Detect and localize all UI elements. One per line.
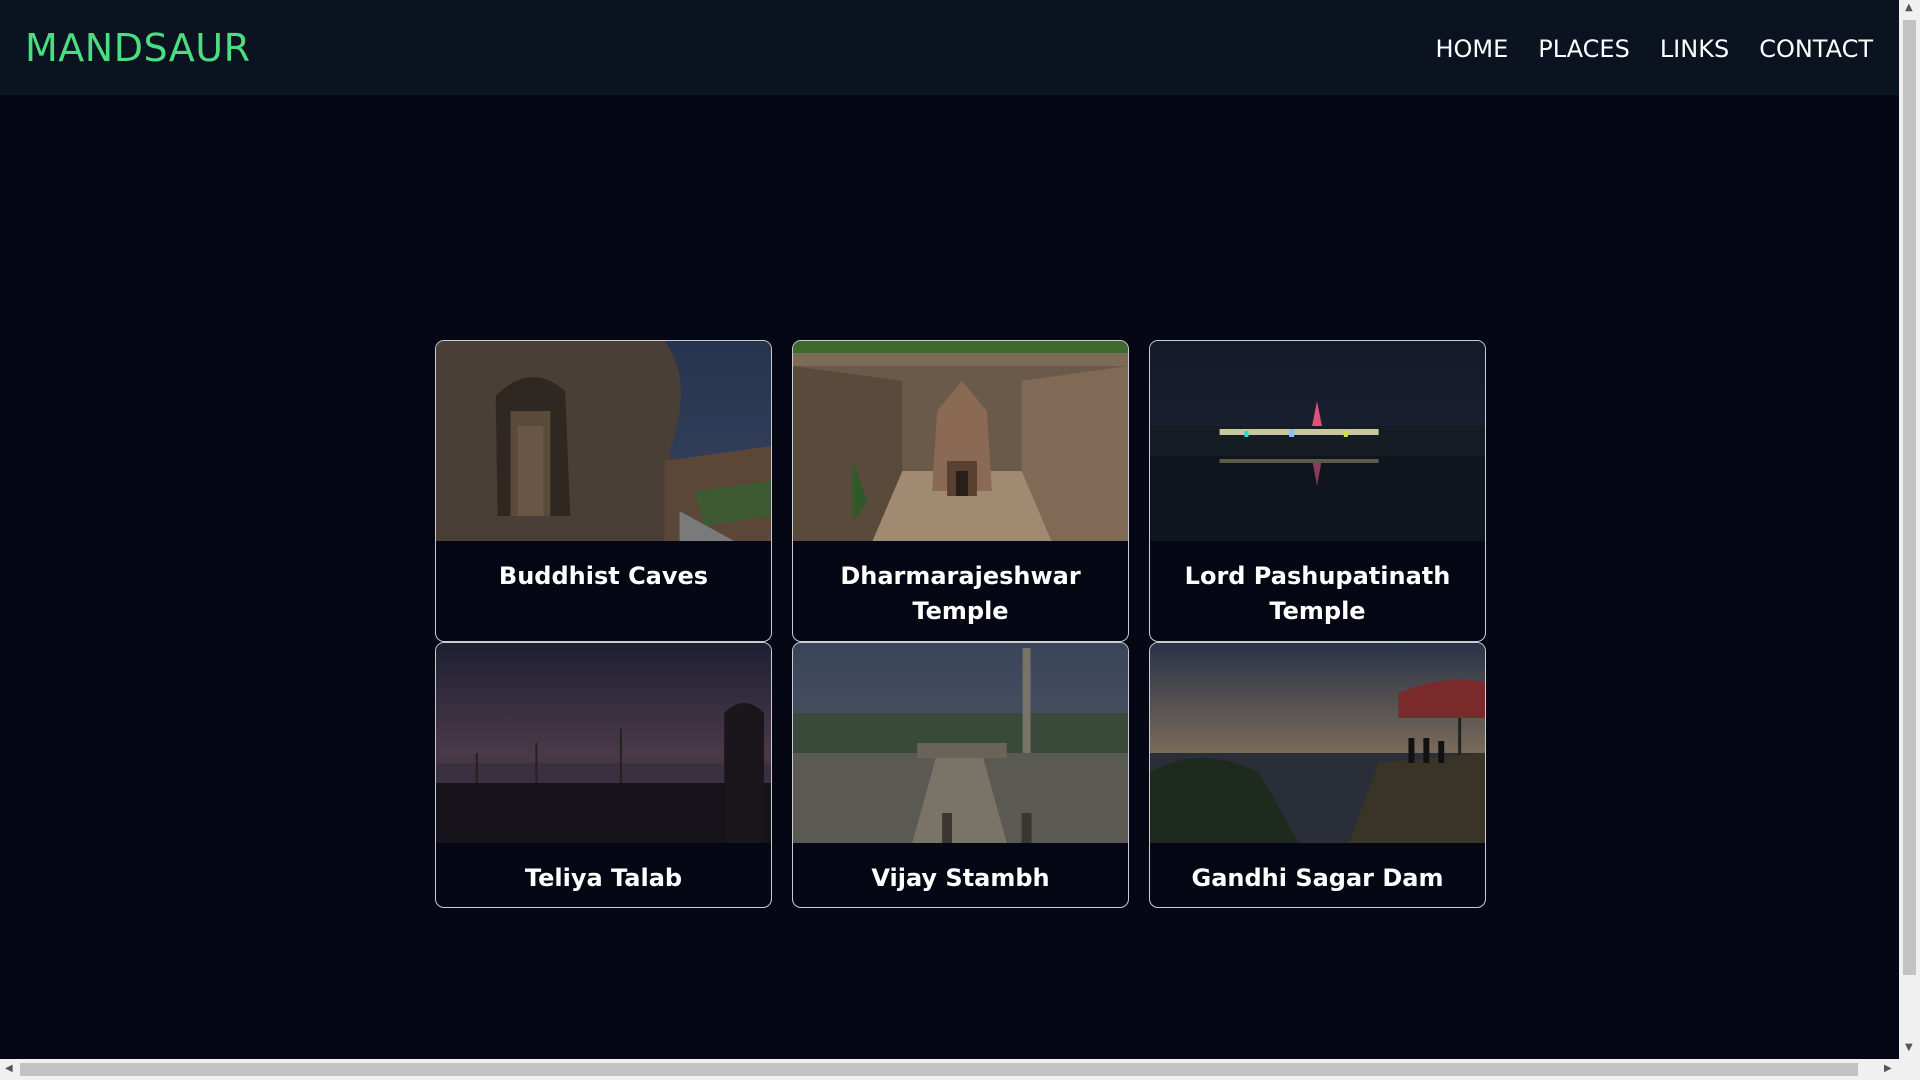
teliya-talab-image (436, 643, 771, 843)
place-title: Buddhist Caves (498, 562, 709, 590)
navbar: MANDSAUR HOME PLACES LINKS CONTACT (0, 0, 1899, 95)
place-title: Dharmarajeshwar Temple (840, 562, 1081, 625)
vijay-stambh-image (793, 643, 1128, 843)
gandhi-sagar-dam-image (1150, 643, 1485, 843)
nav-contact[interactable]: CONTACT (1759, 33, 1873, 65)
buddhist-caves-image (436, 341, 771, 541)
place-card-lord-pashupatinath-temple[interactable]: Lord Pashupatinath Temple (1149, 340, 1486, 642)
horizontal-scroll-thumb[interactable] (20, 1063, 1858, 1076)
nav-home[interactable]: HOME (1435, 33, 1508, 65)
nav-links[interactable]: LINKS (1660, 33, 1729, 65)
place-card-buddhist-caves[interactable]: Buddhist Caves (435, 340, 772, 642)
place-card-vijay-stambh[interactable]: Vijay Stambh (792, 642, 1129, 908)
place-title: Gandhi Sagar Dam (1191, 864, 1444, 892)
scroll-down-arrow-icon[interactable]: ▼ (1905, 1042, 1913, 1053)
place-card-dharmarajeshwar-temple[interactable]: Dharmarajeshwar Temple (792, 340, 1129, 642)
place-title: Vijay Stambh (871, 864, 1050, 892)
dharmarajeshwar-temple-image (793, 341, 1128, 541)
lord-pashupatinath-temple-image (1150, 341, 1485, 541)
scroll-left-arrow-icon[interactable]: ◀ (5, 1063, 13, 1074)
page: MANDSAUR HOME PLACES LINKS CONTACT Buddh… (0, 0, 1899, 1059)
place-card-teliya-talab[interactable]: Teliya Talab (435, 642, 772, 908)
nav-menu: HOME PLACES LINKS CONTACT (1435, 33, 1873, 65)
places-grid: Buddhist Caves Dharmarajeshwar Temple Lo… (435, 340, 1486, 908)
place-title: Lord Pashupatinath Temple (1184, 562, 1451, 625)
scroll-up-arrow-icon[interactable]: ▲ (1905, 2, 1913, 13)
vertical-scrollbar[interactable]: ▲ ▼ (1899, 0, 1920, 1059)
vertical-scroll-thumb[interactable] (1903, 20, 1916, 975)
nav-places[interactable]: PLACES (1538, 33, 1630, 65)
brand-logo[interactable]: MANDSAUR (25, 25, 251, 71)
place-title: Teliya Talab (524, 864, 683, 892)
place-card-gandhi-sagar-dam[interactable]: Gandhi Sagar Dam (1149, 642, 1486, 908)
scroll-right-arrow-icon[interactable]: ▶ (1884, 1063, 1892, 1074)
horizontal-scrollbar[interactable]: ◀ ▶ (0, 1059, 1920, 1080)
